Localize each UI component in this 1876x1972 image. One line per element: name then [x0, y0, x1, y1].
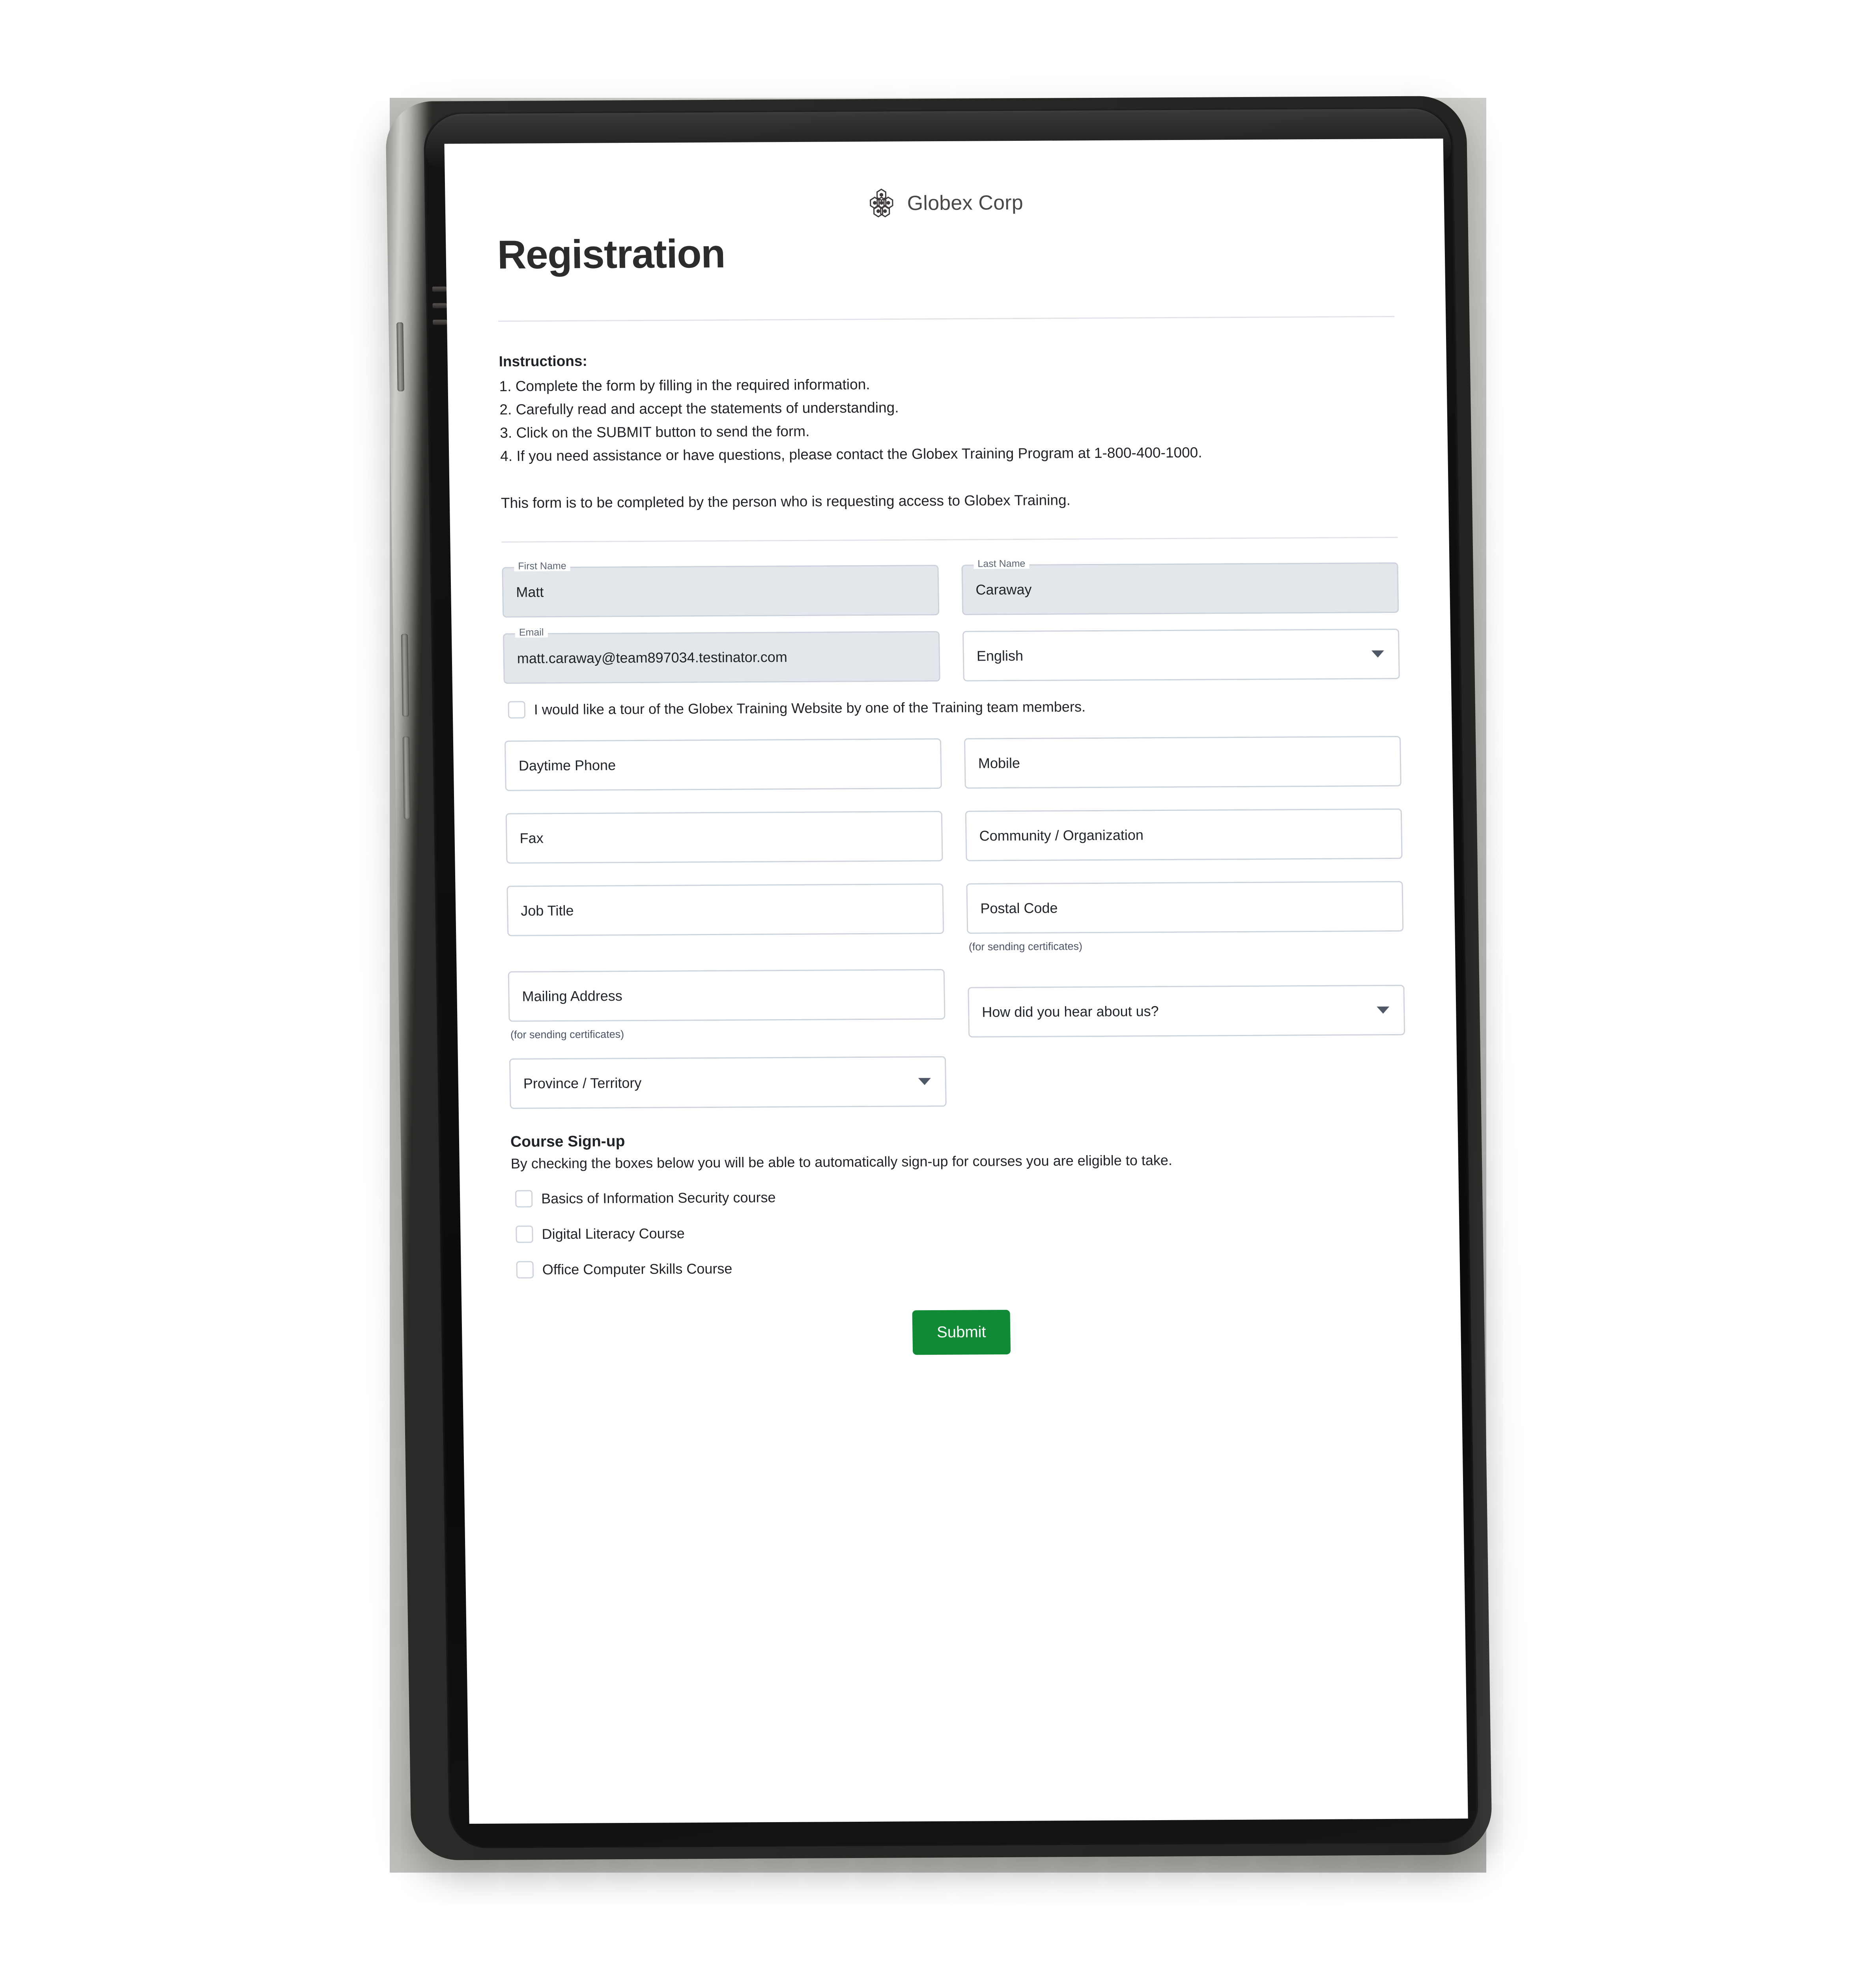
- mailing-address-helper: (for sending certificates): [510, 1028, 624, 1041]
- tour-checkbox-row[interactable]: I would like a tour of the Globex Traini…: [508, 697, 1400, 719]
- honeycomb-logo-icon: [866, 188, 897, 219]
- course-checkbox-digital-literacy[interactable]: [516, 1225, 533, 1243]
- submit-button[interactable]: Submit: [912, 1310, 1011, 1355]
- email-field[interactable]: Email matt.caraway@team897034.testinator…: [503, 627, 940, 684]
- course-label: Digital Literacy Course: [542, 1225, 685, 1242]
- last-name-group: Last Name Caraway: [961, 558, 1399, 616]
- hear-about-us-group: How did you hear about us?: [968, 967, 1405, 1038]
- power-button[interactable]: [396, 322, 404, 392]
- language-select[interactable]: English: [962, 629, 1400, 682]
- language-value: English: [976, 648, 1024, 664]
- last-name-field[interactable]: Last Name Caraway: [961, 558, 1399, 616]
- course-row[interactable]: Basics of Information Security course: [515, 1186, 1408, 1208]
- mobile-group: Mobile: [964, 736, 1401, 789]
- brand-name: Globex Corp: [907, 191, 1024, 215]
- form-row: Job Title Postal Code (for sending certi…: [506, 881, 1404, 956]
- tour-checkbox[interactable]: [508, 701, 526, 719]
- antenna-band: [433, 319, 447, 325]
- submit-row: Submit: [513, 1308, 1411, 1404]
- instruction-item: 4. If you need assistance or have questi…: [500, 444, 1202, 465]
- instructions-heading: Instructions:: [499, 353, 588, 370]
- instructions-section: Instructions: 1. Complete the form by fi…: [499, 349, 1397, 512]
- province-territory-placeholder: Province / Territory: [523, 1075, 642, 1092]
- email-label: Email: [515, 627, 548, 638]
- first-name-label: First Name: [514, 560, 570, 572]
- tablet-device: Globex Corp Registration Instructions: 1…: [385, 96, 1493, 1860]
- fax-placeholder: Fax: [519, 830, 544, 846]
- province-territory-group: Province / Territory: [509, 1056, 947, 1109]
- volume-down-button[interactable]: [402, 736, 411, 820]
- postal-code-group: Postal Code (for sending certificates): [966, 881, 1404, 953]
- antenna-band: [432, 303, 447, 308]
- job-title-placeholder: Job Title: [521, 902, 574, 919]
- mailing-address-placeholder: Mailing Address: [522, 988, 623, 1005]
- last-name-label: Last Name: [974, 558, 1030, 570]
- email-value: matt.caraway@team897034.testinator.com: [517, 649, 788, 667]
- hear-about-us-select[interactable]: How did you hear about us?: [968, 985, 1405, 1038]
- email-group: Email matt.caraway@team897034.testinator…: [503, 627, 940, 684]
- form-row: Fax Community / Organization: [505, 809, 1403, 864]
- postal-code-placeholder: Postal Code: [980, 900, 1058, 917]
- job-title-group: Job Title: [506, 883, 944, 937]
- community-organization-field[interactable]: Community / Organization: [965, 809, 1403, 862]
- mailing-address-group: Mailing Address (for sending certificate…: [508, 969, 946, 1041]
- daytime-phone-field[interactable]: Daytime Phone: [504, 738, 942, 792]
- postal-code-field[interactable]: Postal Code: [966, 881, 1404, 934]
- mobile-field[interactable]: Mobile: [964, 736, 1401, 789]
- fax-group: Fax: [505, 811, 943, 864]
- tablet-screen: Globex Corp Registration Instructions: 1…: [444, 138, 1468, 1824]
- chevron-down-icon: [1371, 650, 1385, 658]
- fax-field[interactable]: Fax: [505, 811, 943, 864]
- first-name-field[interactable]: First Name Matt: [502, 560, 940, 618]
- community-organization-group: Community / Organization: [965, 809, 1403, 862]
- postal-code-helper: (for sending certificates): [968, 940, 1083, 953]
- header-divider: [498, 316, 1395, 322]
- instruction-item: 1. Complete the form by filling in the r…: [499, 376, 870, 394]
- scene: Globex Corp Registration Instructions: 1…: [0, 0, 1876, 1972]
- volume-up-button[interactable]: [401, 634, 409, 717]
- language-group: English: [962, 629, 1400, 682]
- course-label: Office Computer Skills Course: [542, 1261, 732, 1278]
- mobile-placeholder: Mobile: [978, 755, 1020, 771]
- first-name-value: Matt: [516, 584, 544, 601]
- form-row: Daytime Phone Mobile: [504, 736, 1401, 792]
- job-title-field[interactable]: Job Title: [506, 883, 944, 937]
- community-organization-placeholder: Community / Organization: [979, 827, 1144, 844]
- course-row[interactable]: Digital Literacy Course: [516, 1221, 1408, 1243]
- chevron-down-icon: [1377, 1007, 1390, 1014]
- antenna-band: [432, 286, 447, 292]
- form-row: First Name Matt Last Name Caraway: [502, 558, 1399, 618]
- registration-page: Globex Corp Registration Instructions: 1…: [444, 138, 1462, 1404]
- course-label: Basics of Information Security course: [541, 1189, 776, 1207]
- course-signup-heading: Course Sign-up: [510, 1133, 625, 1151]
- last-name-value: Caraway: [975, 581, 1032, 598]
- course-signup-subtext: By checking the boxes below you will be …: [510, 1152, 1173, 1172]
- registration-form: First Name Matt Last Name Caraway Email …: [502, 558, 1411, 1404]
- form-row: Email matt.caraway@team897034.testinator…: [503, 627, 1400, 684]
- course-checkbox-office-computer-skills[interactable]: [516, 1261, 534, 1279]
- page-title: Registration: [497, 231, 725, 277]
- course-checkbox-basics-of-information-security[interactable]: [515, 1190, 533, 1208]
- first-name-group: First Name Matt: [502, 560, 940, 618]
- course-row[interactable]: Office Computer Skills Course: [516, 1257, 1409, 1279]
- instructions-note: This form is to be completed by the pers…: [501, 492, 1071, 512]
- instruction-item: 2. Carefully read and accept the stateme…: [499, 399, 899, 418]
- hear-about-us-placeholder: How did you hear about us?: [981, 1003, 1159, 1020]
- course-checkbox-list: Basics of Information Security course Di…: [511, 1186, 1409, 1279]
- brand-header: Globex Corp: [496, 185, 1393, 221]
- course-signup-section: Course Sign-up By checking the boxes bel…: [510, 1129, 1409, 1279]
- tour-checkbox-label: I would like a tour of the Globex Traini…: [534, 698, 1086, 718]
- province-territory-select[interactable]: Province / Territory: [509, 1056, 947, 1109]
- daytime-phone-group: Daytime Phone: [504, 738, 942, 792]
- mailing-address-field[interactable]: Mailing Address: [508, 969, 945, 1022]
- form-row: Province / Territory: [509, 1054, 1406, 1109]
- form-row: Mailing Address (for sending certificate…: [508, 967, 1405, 1041]
- chevron-down-icon: [918, 1078, 931, 1085]
- form-divider: [501, 537, 1398, 543]
- instruction-item: 3. Click on the SUBMIT button to send th…: [500, 423, 810, 441]
- daytime-phone-placeholder: Daytime Phone: [518, 757, 616, 774]
